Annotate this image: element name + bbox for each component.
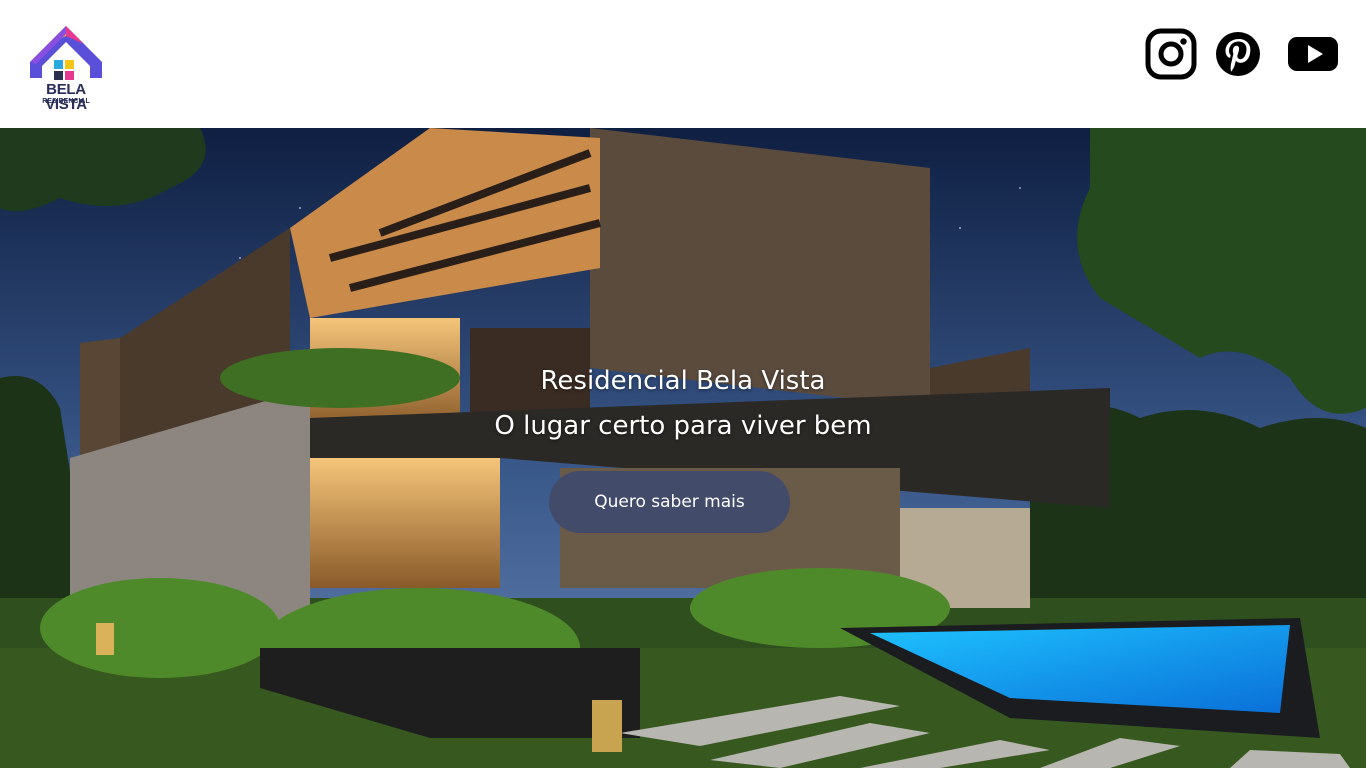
instagram-icon	[1145, 28, 1197, 80]
house-logo-icon	[30, 26, 102, 80]
hero-title: Residencial Bela Vista	[540, 366, 826, 396]
instagram-link[interactable]	[1145, 28, 1197, 80]
pinterest-link[interactable]	[1214, 28, 1262, 80]
logo-name: BELA VISTA	[45, 81, 87, 113]
house-photo	[0, 128, 1366, 768]
logo[interactable]: BELA VISTA RESIDENCIAL	[24, 24, 108, 112]
hero-subtitle: O lugar certo para viver bem	[494, 411, 872, 441]
pinterest-icon	[1216, 32, 1260, 76]
hero-banner: Residencial Bela Vista O lugar certo par…	[0, 128, 1366, 768]
site-header: BELA VISTA RESIDENCIAL	[0, 0, 1366, 128]
logo-subtitle: RESIDENCIAL	[42, 98, 90, 105]
learn-more-button[interactable]: Quero saber mais	[549, 471, 790, 533]
youtube-link[interactable]	[1287, 28, 1339, 80]
youtube-icon	[1288, 37, 1338, 71]
